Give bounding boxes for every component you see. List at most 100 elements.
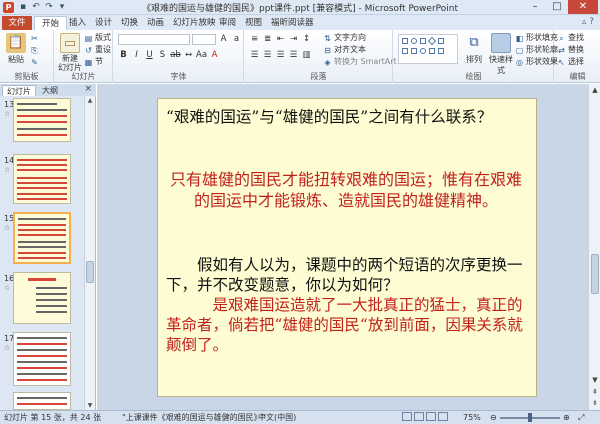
reading-view-icon[interactable] [426, 412, 436, 421]
slides-panel: 幻灯片 大纲 × 13 ☆ 14 ☆ 15 ☆ 16 ☆ 17 ☆ ▲ ▼ [0, 84, 96, 410]
font-name-combo[interactable] [118, 34, 190, 45]
grow-font-icon[interactable]: A [218, 34, 229, 45]
slide-question-2[interactable]: 假如有人以为，课题中的两个短语的次序更换一下，并不改变题意，你以为如何？ [166, 255, 526, 295]
editor-scroll-thumb[interactable] [591, 254, 599, 294]
slide-counter: 幻灯片 第 15 张，共 24 张 [4, 413, 102, 422]
strikethrough-icon[interactable]: ab [170, 50, 181, 61]
tab-slides-panel[interactable]: 幻灯片 [2, 85, 36, 96]
close-icon[interactable]: × [84, 84, 92, 94]
effects-icon: ◎ [516, 58, 523, 67]
thumbnail-image [13, 332, 71, 386]
group-drawing: ⧉ 排列 快速样式 ◧ 形状填充 ▢ 形状轮廓 ◎ 形状效果 绘图 [394, 30, 558, 83]
text-direction-button[interactable]: ⇅ 文字方向 [323, 33, 366, 43]
decrease-indent-icon[interactable]: ⇤ [275, 34, 286, 45]
quick-styles-button[interactable]: 快速样式 [488, 33, 514, 76]
font-color-icon[interactable]: A [209, 50, 220, 61]
align-left-icon[interactable]: ☰ [249, 50, 260, 61]
fit-to-window-icon[interactable]: ⤢ [578, 411, 584, 424]
zoom-level[interactable]: 75% [463, 411, 481, 424]
tab-foxit[interactable]: 福昕阅读器 [264, 16, 321, 30]
tab-outline-panel[interactable]: 大纲 [38, 85, 62, 96]
layout-button[interactable]: ▤ 版式 [84, 33, 111, 43]
section-icon: ▦ [84, 58, 93, 67]
align-text-button[interactable]: ⊟ 对齐文本 [323, 45, 366, 55]
thumbnail-image [13, 154, 71, 204]
justify-icon[interactable]: ☰ [288, 50, 299, 61]
columns-icon[interactable]: ▥ [301, 50, 312, 61]
zoom-slider-knob[interactable] [528, 413, 532, 422]
zoom-out-icon[interactable]: ⊖ [490, 411, 497, 424]
slide-answer-1[interactable]: 只有雄健的国民才能扭转艰难的国运；惟有在艰难的国运中才能锻炼、造就国民的雄健精神… [166, 169, 526, 211]
normal-view-icon[interactable] [402, 412, 412, 421]
slide-answer-2[interactable]: 是艰难国运造就了一大批真正的猛士，真正的革命者，倘若把“雄健的国民“放到前面，因… [166, 295, 526, 355]
panel-scrollbar[interactable]: ▲ ▼ [84, 96, 95, 410]
shape-outline-button[interactable]: ▢ 形状轮廓 [515, 45, 558, 55]
previous-slide-icon[interactable]: ⇞ [589, 388, 600, 396]
quick-styles-icon [491, 33, 511, 53]
maximize-button[interactable]: □ [546, 0, 568, 14]
scroll-up-icon[interactable]: ▲ [85, 97, 95, 104]
align-text-icon: ⊟ [324, 46, 331, 55]
font-size-combo[interactable] [192, 34, 216, 45]
animation-icon: ☆ [4, 344, 11, 352]
arrange-button[interactable]: ⧉ 排列 [462, 33, 486, 65]
shadow-icon[interactable]: S [157, 50, 168, 61]
thumbnail-image-selected [13, 212, 71, 264]
animation-icon: ☆ [4, 224, 11, 232]
help-icon[interactable]: ▵ ? [582, 17, 594, 27]
new-slide-button[interactable]: ▭ 新建 幻灯片 [57, 33, 83, 72]
text-direction-icon: ⇅ [324, 34, 331, 43]
next-slide-icon[interactable]: ⇟ [589, 399, 600, 407]
shapes-gallery[interactable] [398, 34, 458, 64]
case-icon[interactable]: Aa [196, 50, 207, 61]
bold-icon[interactable]: B [118, 50, 129, 61]
scroll-up-icon[interactable]: ▲ [589, 86, 600, 94]
slide-question[interactable]: “艰难的国运”与“雄健的国民”之间有什么联系？ [166, 107, 526, 127]
select-button[interactable]: ↖ 选择 [557, 57, 584, 67]
scissors-icon: ✂ [31, 34, 38, 43]
slide-sorter-icon[interactable] [414, 412, 424, 421]
minimize-button[interactable]: – [524, 0, 546, 14]
underline-icon[interactable]: U [144, 50, 155, 61]
group-clipboard: 📋 粘贴 ✂ ⎘ ✎ 剪贴板 [0, 30, 54, 83]
zoom-in-icon[interactable]: ⊕ [563, 411, 570, 424]
scroll-down-icon[interactable]: ▼ [589, 376, 600, 384]
cut-button[interactable]: ✂ [30, 33, 41, 43]
language-indicator[interactable]: 中文(中国) [258, 411, 296, 424]
shape-fill-button[interactable]: ◧ 形状填充 [515, 33, 558, 43]
tab-file[interactable]: 文件 [2, 16, 32, 30]
bullets-icon[interactable]: ≡ [249, 34, 260, 45]
numbering-icon[interactable]: ≣ [262, 34, 273, 45]
spacing-icon[interactable]: ↔ [183, 50, 194, 61]
cursor-icon: ↖ [558, 58, 565, 67]
shrink-font-icon[interactable]: a [231, 34, 242, 45]
title-bar: P ▪ ↶ ↷ ▾ 《艰难的国运与雄健的国民》ppt课件.ppt [兼容模式] … [0, 0, 600, 15]
thumbnail-image [13, 272, 71, 324]
copy-icon: ⎘ [31, 46, 38, 55]
reset-button[interactable]: ↺ 重设 [84, 45, 111, 55]
smartart-button[interactable]: ◈ 转换为 SmartArt [323, 57, 396, 67]
reset-icon: ↺ [85, 46, 92, 55]
scroll-down-icon[interactable]: ▼ [85, 402, 95, 409]
copy-button[interactable]: ⎘ [30, 45, 41, 55]
line-spacing-icon[interactable]: ↕ [301, 34, 312, 45]
replace-button[interactable]: ⇄ 替换 [557, 45, 584, 55]
increase-indent-icon[interactable]: ⇥ [288, 34, 299, 45]
align-center-icon[interactable]: ☰ [262, 50, 273, 61]
align-right-icon[interactable]: ☰ [275, 50, 286, 61]
editor-scrollbar[interactable]: ▲ ▼ ⇞ ⇟ [588, 84, 600, 410]
paste-icon: 📋 [6, 33, 26, 53]
paste-button[interactable]: 📋 粘贴 [2, 33, 30, 65]
close-button[interactable]: ✕ [568, 0, 598, 14]
italic-icon[interactable]: I [131, 50, 142, 61]
current-slide[interactable]: “艰难的国运”与“雄健的国民”之间有什么联系？ 只有雄健的国民才能扭转艰难的国运… [157, 98, 537, 397]
shape-effects-button[interactable]: ◎ 形状效果 [515, 57, 558, 67]
find-button[interactable]: ⌕ 查找 [557, 33, 584, 43]
section-button[interactable]: ▦ 节 [84, 57, 103, 67]
format-painter-button[interactable]: ✎ [30, 57, 41, 67]
slideshow-icon[interactable] [438, 412, 448, 421]
group-editing: ⌕ 查找 ⇄ 替换 ↖ 选择 编辑 [555, 30, 600, 83]
theme-name[interactable]: "上课课件《艰难的国运与雄健的国民》" [122, 411, 265, 424]
panel-scroll-thumb[interactable] [86, 261, 94, 283]
group-label-paragraph: 段落 [310, 72, 327, 81]
